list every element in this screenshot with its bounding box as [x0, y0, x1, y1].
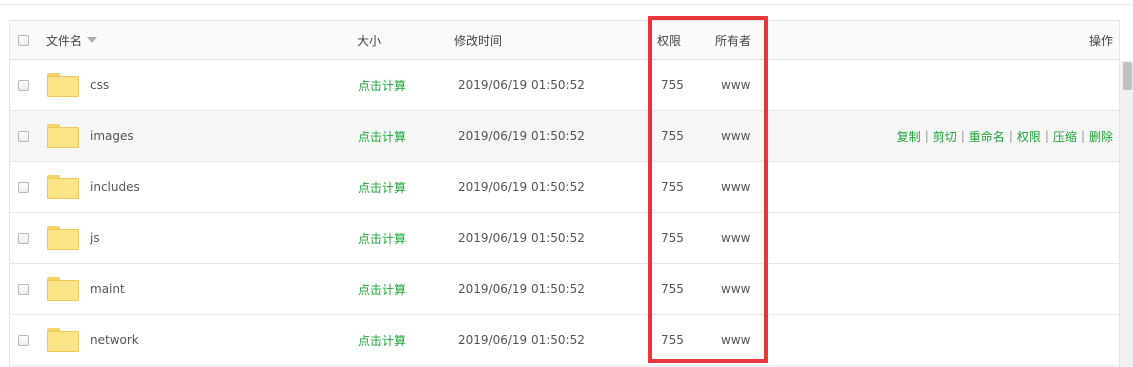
modified-time: 2019/06/19 01:50:52 — [458, 180, 585, 194]
modified-time: 2019/06/19 01:50:52 — [458, 129, 585, 143]
folder-icon[interactable] — [47, 175, 79, 199]
permission-value[interactable]: 755 — [661, 111, 684, 161]
header-owner: 所有者 — [715, 33, 752, 48]
action-separator: | — [924, 129, 929, 143]
row-checkbox[interactable] — [18, 162, 29, 212]
checkbox-icon[interactable] — [18, 181, 29, 193]
file-table: 文件名 大小 修改时间 权限 所有者 操作 css 点击计算 2019/06/19 … — [9, 20, 1120, 367]
size-calc-link[interactable]: 点击计算 — [358, 111, 406, 161]
permission-link[interactable]: 权限 — [1017, 128, 1041, 145]
file-name[interactable]: images — [90, 111, 134, 161]
copy-link[interactable]: 复制 — [897, 128, 921, 145]
permission-value[interactable]: 755 — [661, 264, 684, 314]
action-separator: | — [1080, 129, 1085, 143]
action-separator: | — [1044, 129, 1049, 143]
row-checkbox[interactable] — [18, 213, 29, 263]
header-permission: 权限 — [657, 33, 682, 48]
cut-link[interactable]: 剪切 — [933, 128, 957, 145]
folder-icon-cell[interactable] — [47, 111, 79, 161]
checkbox-icon[interactable] — [18, 334, 29, 346]
folder-icon[interactable] — [47, 73, 79, 97]
folder-icon-cell[interactable] — [47, 213, 79, 263]
permission-value[interactable]: 755 — [661, 213, 684, 263]
folder-icon[interactable] — [47, 226, 79, 250]
file-name[interactable]: js — [90, 213, 100, 263]
table-row[interactable]: images 点击计算 2019/06/19 01:50:52 755 www 复制 | 剪切… — [10, 111, 1119, 162]
permission-value[interactable]: 755 — [661, 162, 684, 212]
top-divider — [0, 4, 1133, 5]
scrollbar-track[interactable] — [1120, 61, 1133, 367]
permission-value[interactable]: 755 — [661, 315, 684, 365]
row-checkbox[interactable] — [18, 264, 29, 314]
checkbox-icon[interactable] — [18, 79, 29, 91]
row-checkbox[interactable] — [18, 111, 29, 161]
permission-value[interactable]: 755 — [661, 60, 684, 110]
file-name[interactable]: maint — [90, 264, 125, 314]
header-size: 大小 — [357, 33, 382, 48]
modified-time: 2019/06/19 01:50:52 — [458, 231, 585, 245]
row-checkbox[interactable] — [18, 60, 29, 110]
owner-value: www — [721, 78, 751, 92]
row-actions: 复制 | 剪切 | 重命名 | 权限 | 压缩 | 删除 — [897, 111, 1113, 161]
folder-icon-cell[interactable] — [47, 162, 79, 212]
checkbox-icon[interactable] — [18, 130, 29, 142]
folder-icon-cell[interactable] — [47, 264, 79, 314]
owner-value: www — [721, 231, 751, 245]
rename-link[interactable]: 重命名 — [969, 128, 1005, 145]
folder-icon-cell[interactable] — [47, 60, 79, 110]
sort-desc-icon[interactable] — [87, 37, 98, 43]
file-name[interactable]: css — [90, 60, 109, 110]
table-row[interactable]: css 点击计算 2019/06/19 01:50:52 755 www — [10, 60, 1119, 111]
file-name[interactable]: includes — [90, 162, 140, 212]
checkbox-icon[interactable] — [18, 283, 29, 295]
size-calc-link[interactable]: 点击计算 — [358, 264, 406, 314]
modified-time: 2019/06/19 01:50:52 — [458, 333, 585, 347]
checkbox-icon[interactable] — [18, 34, 29, 46]
header-actions: 操作 — [1088, 33, 1113, 48]
folder-icon[interactable] — [47, 277, 79, 301]
size-calc-link[interactable]: 点击计算 — [358, 60, 406, 110]
row-checkbox[interactable] — [18, 315, 29, 365]
file-name[interactable]: network — [90, 315, 139, 365]
folder-icon-cell[interactable] — [47, 315, 79, 365]
owner-value: www — [721, 180, 751, 194]
compress-link[interactable]: 压缩 — [1053, 128, 1077, 145]
table-row[interactable]: includes 点击计算 2019/06/19 01:50:52 755 www — [10, 162, 1119, 213]
owner-value: www — [721, 129, 751, 143]
header-mtime: 修改时间 — [454, 33, 503, 48]
table-row[interactable]: network 点击计算 2019/06/19 01:50:52 755 www — [10, 315, 1119, 366]
size-calc-link[interactable]: 点击计算 — [358, 162, 406, 212]
folder-icon[interactable] — [47, 328, 79, 352]
owner-value: www — [721, 282, 751, 296]
checkbox-icon[interactable] — [18, 232, 29, 244]
size-calc-link[interactable]: 点击计算 — [358, 213, 406, 263]
action-separator: | — [1008, 129, 1013, 143]
size-calc-link[interactable]: 点击计算 — [358, 315, 406, 365]
modified-time: 2019/06/19 01:50:52 — [458, 78, 585, 92]
table-row[interactable]: maint 点击计算 2019/06/19 01:50:52 755 www — [10, 264, 1119, 315]
folder-icon[interactable] — [47, 124, 79, 148]
select-all-checkbox[interactable] — [18, 21, 29, 59]
scrollbar-thumb[interactable] — [1123, 62, 1132, 90]
header-name[interactable]: 文件名 — [46, 21, 98, 59]
owner-value: www — [721, 333, 751, 347]
action-separator: | — [960, 129, 965, 143]
modified-time: 2019/06/19 01:50:52 — [458, 282, 585, 296]
delete-link[interactable]: 删除 — [1089, 128, 1113, 145]
table-row[interactable]: js 点击计算 2019/06/19 01:50:52 755 www — [10, 213, 1119, 264]
table-header: 文件名 大小 修改时间 权限 所有者 操作 — [10, 20, 1119, 60]
